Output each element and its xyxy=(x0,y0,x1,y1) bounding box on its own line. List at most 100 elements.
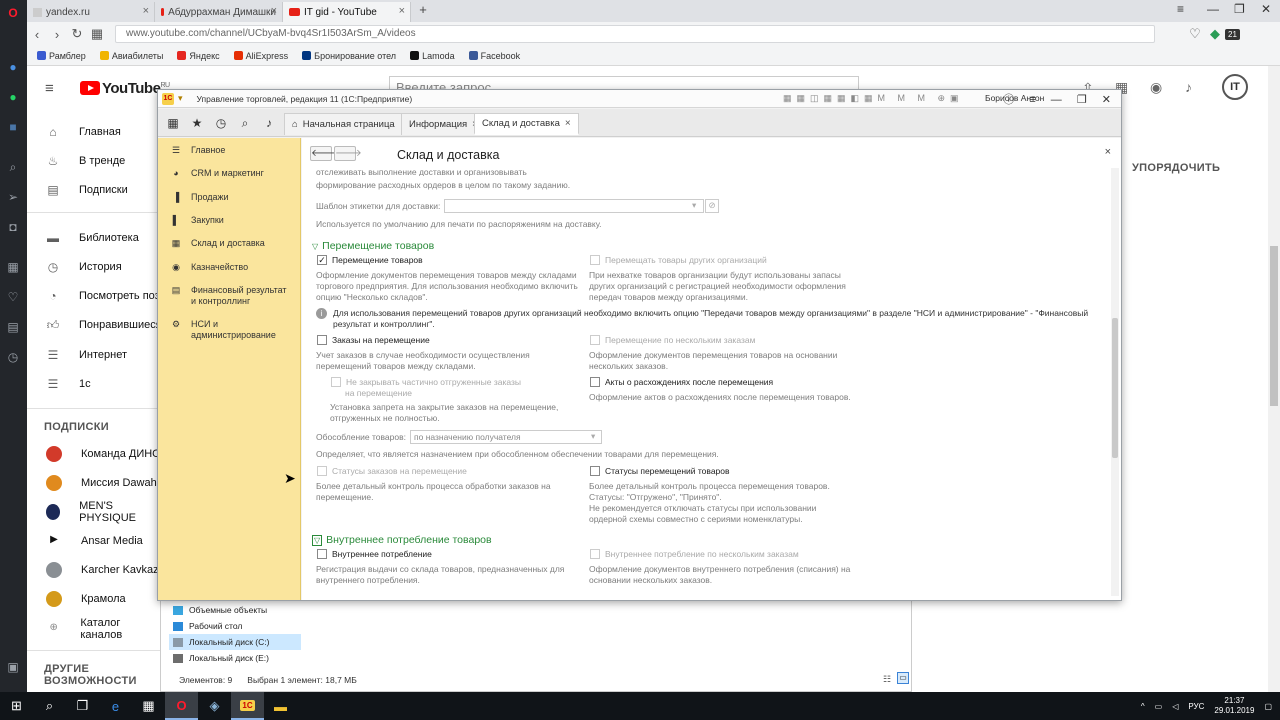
checkbox[interactable] xyxy=(317,549,327,559)
subscription-item[interactable]: Крамола xyxy=(27,584,162,613)
hamburger-icon[interactable]: ≡ xyxy=(45,80,54,97)
notifications-icon[interactable]: ♪ xyxy=(1185,79,1192,95)
star-icon[interactable]: ★ xyxy=(190,116,204,130)
vk-icon[interactable]: ■ xyxy=(6,120,20,134)
close-icon[interactable]: × xyxy=(565,118,571,129)
apps-icon[interactable]: ▦ xyxy=(6,260,20,274)
section-heading-move[interactable]: ▽ Перемещение товаров xyxy=(312,240,434,252)
content-scrollbar[interactable] xyxy=(1111,168,1119,596)
sidebar-item-subscriptions[interactable]: ▤ Подписки xyxy=(27,175,162,204)
browser-tab[interactable]: Абдуррахман Димашки × xyxy=(155,2,283,22)
no-close-checkbox[interactable]: Не закрывать частично отгруженные заказы xyxy=(331,377,521,387)
subscription-item[interactable]: Команда ДИНО xyxy=(27,439,162,468)
camera-icon[interactable]: ◘ xyxy=(6,220,20,234)
subscription-item[interactable]: ▶ Ansar Media xyxy=(27,526,162,555)
maximize-icon[interactable]: ❐ xyxy=(1234,2,1245,16)
checkbox[interactable] xyxy=(331,377,341,387)
bookmark-item[interactable]: Авиабилеты xyxy=(99,51,163,61)
section-heading-consume[interactable]: ▽ Внутреннее потребление товаров xyxy=(312,534,492,546)
explorer-item[interactable]: Локальный диск (E:) xyxy=(169,650,301,666)
forward-icon[interactable]: › xyxy=(47,27,67,42)
bookmark-item[interactable]: Бронирование отел xyxy=(302,51,396,61)
link-icon[interactable]: ⊘ xyxy=(705,199,719,213)
app-icon[interactable]: ◈ xyxy=(198,692,231,720)
subscription-item[interactable]: Миссия Dawah xyxy=(27,468,162,497)
chevron-up-icon[interactable]: ^ xyxy=(1141,702,1145,711)
url-field[interactable]: www.youtube.com/channel/UCbyaM-bvq4Sr1I5… xyxy=(115,25,1155,43)
forward-button[interactable]: 🡒 xyxy=(334,146,362,161)
move-checkbox[interactable]: ✓ Перемещение товаров xyxy=(317,255,423,265)
move-other-checkbox[interactable]: Перемещать товары других организаций xyxy=(590,255,767,265)
checkbox[interactable] xyxy=(317,335,327,345)
checkbox-checked[interactable]: ✓ xyxy=(317,255,327,265)
checkbox[interactable] xyxy=(590,335,600,345)
edge-icon[interactable]: e xyxy=(99,692,132,720)
scrollbar-thumb[interactable] xyxy=(1112,318,1118,458)
1c-taskbar-icon[interactable]: 1С xyxy=(231,692,264,720)
back-icon[interactable]: ‹ xyxy=(27,27,47,42)
language-indicator[interactable]: РУС xyxy=(1188,702,1204,711)
tiles-view-icon[interactable]: ▭ xyxy=(897,672,909,684)
section-purchases[interactable]: ▌ Закупки xyxy=(158,215,301,226)
apps-grid-icon[interactable]: ▦ xyxy=(166,116,180,130)
browser-tab-active[interactable]: IT gid - YouTube × xyxy=(283,2,411,22)
close-icon[interactable]: × xyxy=(399,5,405,17)
bookmark-item[interactable]: Яндекс xyxy=(177,51,220,61)
consume-checkbox[interactable]: Внутреннее потребление xyxy=(317,549,432,559)
search-icon[interactable]: ⌕ xyxy=(33,692,66,720)
bookmark-item[interactable]: AliExpress xyxy=(233,51,288,61)
volume-icon[interactable]: ◁ xyxy=(1172,702,1178,711)
section-finance[interactable]: ▤ Финансовый результат и контроллинг xyxy=(158,285,301,307)
page-scrollbar[interactable] xyxy=(1268,66,1280,692)
messenger-icon[interactable]: ● xyxy=(6,60,20,74)
clock[interactable]: 21:37 29.01.2019 xyxy=(1214,696,1254,716)
section-main[interactable]: ☰ Главное xyxy=(158,145,301,156)
multi-orders-checkbox[interactable]: Перемещение по нескольким заказам xyxy=(590,335,755,345)
subscription-item[interactable]: MEN'S PHYSIQUE xyxy=(27,497,162,526)
tab-menu-icon[interactable]: ≡ xyxy=(1177,2,1184,16)
whatsapp-icon[interactable]: ● xyxy=(6,90,20,104)
opera-icon[interactable]: O xyxy=(165,692,198,720)
sort-button[interactable]: УПОРЯДОЧИТЬ xyxy=(1132,162,1220,174)
browser-tab[interactable]: yandex.ru × xyxy=(27,2,155,22)
sidebar-item-liked[interactable]: 👍︎ Понравившиеся xyxy=(27,310,162,339)
details-view-icon[interactable]: ☷ xyxy=(883,674,891,685)
search-icon[interactable]: ⌕ xyxy=(238,116,252,130)
explorer-item[interactable]: Объемные объекты xyxy=(169,602,301,618)
sidebar-item-playlist[interactable]: ☰ 1с xyxy=(27,369,162,398)
checkbox[interactable] xyxy=(590,255,600,265)
notifications-icon[interactable]: ▢ xyxy=(1264,702,1272,711)
history-icon[interactable]: ◷ xyxy=(214,116,228,130)
section-sales[interactable]: ▐ Продажи xyxy=(158,192,301,203)
window-controls[interactable]: ⓘ ≡ — ❐ ✕ xyxy=(1003,91,1117,107)
search-icon[interactable]: ⌕ xyxy=(6,160,20,174)
task-view-icon[interactable]: ❐ xyxy=(66,692,99,720)
heart-icon[interactable]: ♡ xyxy=(6,290,20,304)
acts-checkbox[interactable]: Акты о расхождениях после перемещения xyxy=(590,377,773,387)
send-icon[interactable]: ➢ xyxy=(6,190,20,204)
subscription-item[interactable]: Karcher Kavkaz xyxy=(27,555,162,584)
checkbox[interactable] xyxy=(590,549,600,559)
history-icon[interactable]: ◷ xyxy=(6,350,20,364)
chat-icon[interactable]: ◉ xyxy=(1150,79,1162,96)
isolation-select[interactable]: по назначению получателя xyxy=(410,430,602,444)
close-icon[interactable]: × xyxy=(271,5,277,17)
bell-icon[interactable]: ♪ xyxy=(262,116,276,130)
move-status-checkbox[interactable]: Статусы перемещений товаров xyxy=(590,466,730,476)
close-icon[interactable]: × xyxy=(1105,146,1111,158)
sidebar-item-library[interactable]: ▬ Библиотека xyxy=(27,223,162,252)
consume-multi-checkbox[interactable]: Внутреннее потребление по нескольким зак… xyxy=(590,549,799,559)
folder-icon[interactable]: ▬ xyxy=(264,692,297,720)
bookmark-item[interactable]: Lamoda xyxy=(410,51,455,61)
sidebar-item-watch-later[interactable]: ◔ Посмотреть поз xyxy=(27,281,162,310)
sidebar-toggle-icon[interactable]: ▣ xyxy=(6,660,20,674)
speed-dial-icon[interactable]: ▦ xyxy=(87,26,107,42)
close-icon[interactable]: × xyxy=(143,5,149,17)
back-button[interactable]: 🡐 xyxy=(310,146,338,161)
sidebar-item-playlist[interactable]: ☰ Интернет xyxy=(27,340,162,369)
explorer-item[interactable]: Рабочий стол xyxy=(169,618,301,634)
news-icon[interactable]: ▤ xyxy=(6,320,20,334)
section-treasury[interactable]: ◉ Казначейство xyxy=(158,262,301,273)
bookmark-item[interactable]: Facebook xyxy=(468,51,520,61)
checkbox[interactable] xyxy=(590,466,600,476)
